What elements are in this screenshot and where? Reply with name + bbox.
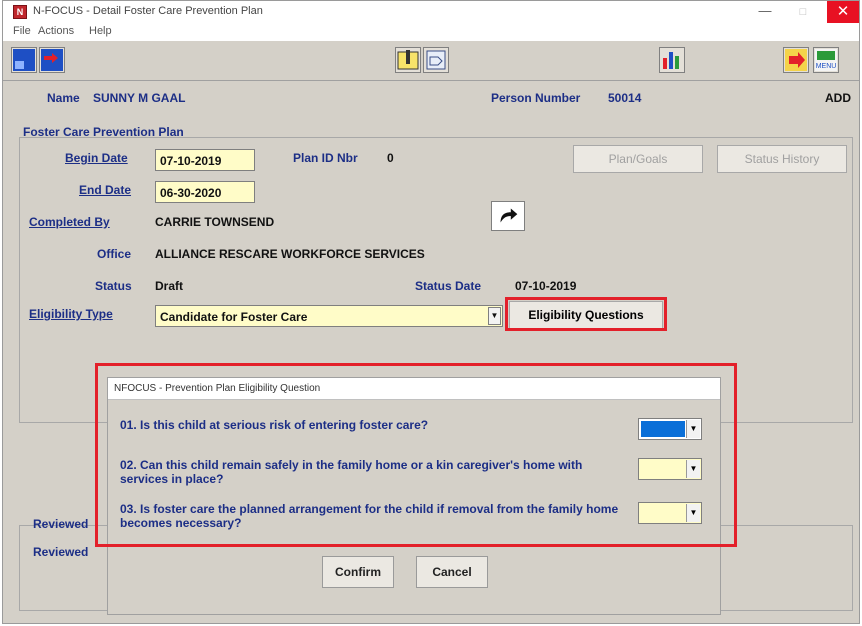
office-value: ALLIANCE RESCARE WORKFORCE SERVICES [155,247,425,261]
title-bar: N N-FOCUS - Detail Foster Care Preventio… [3,1,859,23]
end-date-label[interactable]: End Date [79,183,131,197]
status-date-label: Status Date [415,279,482,293]
forward-arrow-icon[interactable] [491,201,525,231]
status-history-button[interactable]: Status History [717,145,847,173]
person-number-value: 50014 [608,91,642,105]
completed-by-value: CARRIE TOWNSEND [155,215,275,229]
notes-icon[interactable] [395,47,421,73]
reviewed-label-2: Reviewed [33,545,89,559]
menu-help[interactable]: Help [89,25,112,37]
menu-bar: File Actions Help [3,23,859,41]
window-title: N-FOCUS - Detail Foster Care Prevention … [33,5,263,17]
window-exit-icon[interactable] [39,47,65,73]
begin-date-field[interactable]: 07-10-2019 [155,149,255,171]
chevron-down-icon[interactable]: ▼ [488,307,501,325]
name-value: SUNNY M GAAL [93,91,186,105]
mode-indicator: ADD [825,91,851,105]
questions-highlight [95,363,737,547]
confirm-button[interactable]: Confirm [322,556,394,588]
eligibility-type-label[interactable]: Eligibility Type [29,307,113,321]
plan-goals-button[interactable]: Plan/Goals [573,145,703,173]
status-label: Status [95,279,132,293]
status-date-value: 07-10-2019 [515,279,577,293]
completed-by-label[interactable]: Completed By [29,215,110,229]
plan-id-label: Plan ID Nbr [293,151,358,165]
eligibility-type-value: Candidate for Foster Care [160,310,308,324]
person-number-label: Person Number [491,91,581,105]
next-icon[interactable] [783,47,809,73]
plan-id-value: 0 [387,151,394,165]
status-value: Draft [155,279,184,293]
window-left-icon[interactable] [11,47,37,73]
menu-icon[interactable]: MENU [813,47,839,73]
office-label: Office [97,247,132,261]
close-button[interactable]: ✕ [827,1,859,23]
eligibility-questions-highlight [505,297,667,331]
cancel-button[interactable]: Cancel [416,556,488,588]
bar-chart-icon[interactable] [659,47,685,73]
minimize-button[interactable]: — [751,3,779,21]
begin-date-label[interactable]: Begin Date [65,151,128,165]
menu-icon-text: MENU [816,63,837,70]
toolbar: MENU [3,41,859,81]
menu-actions[interactable]: Actions [38,25,74,37]
name-label: Name [47,91,80,105]
end-date-field[interactable]: 06-30-2020 [155,181,255,203]
tag-icon[interactable] [423,47,449,73]
maximize-button[interactable]: □ [789,3,817,21]
eligibility-type-select[interactable]: Candidate for Foster Care ▼ [155,305,503,327]
menu-file[interactable]: File [13,25,31,37]
main-window: N N-FOCUS - Detail Foster Care Preventio… [2,0,860,624]
nfocus-app-icon: N [13,5,27,19]
reviewed-label: Reviewed [33,517,89,531]
